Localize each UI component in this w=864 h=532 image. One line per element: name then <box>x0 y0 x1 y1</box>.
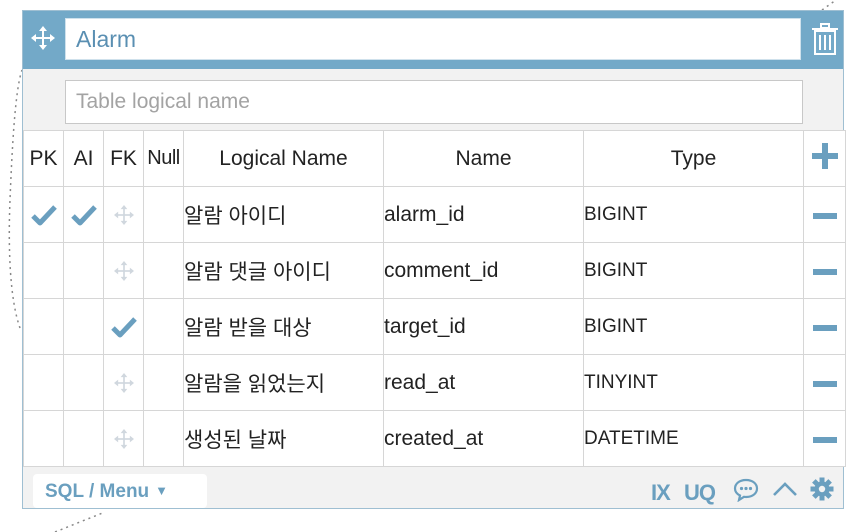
remove-column-button[interactable] <box>803 354 846 411</box>
minus-icon <box>812 212 837 219</box>
pk-toggle[interactable] <box>23 410 64 467</box>
header-ai: AI <box>63 130 104 187</box>
column-logical-name[interactable]: 알람 받을 대상 <box>183 298 384 355</box>
ai-toggle[interactable] <box>63 298 104 355</box>
column-logical-name[interactable]: 알람 댓글 아이디 <box>183 242 384 299</box>
chevron-up-icon[interactable] <box>772 481 798 502</box>
ai-toggle[interactable] <box>63 354 104 411</box>
column-type[interactable]: BIGINT <box>583 298 804 355</box>
move-icon <box>113 428 134 449</box>
header-null: Null <box>143 130 184 187</box>
column-name[interactable]: alarm_id <box>383 186 584 243</box>
remove-column-button[interactable] <box>803 298 846 355</box>
sql-menu-label: SQL / Menu <box>45 481 150 502</box>
columns-header-row: PK AI FK Null Logical Name Name Type <box>23 130 846 187</box>
null-toggle[interactable] <box>143 410 184 467</box>
header-type: Type <box>583 130 804 187</box>
gear-icon[interactable] <box>810 477 834 506</box>
null-toggle[interactable] <box>143 242 184 299</box>
index-button[interactable]: IX <box>651 480 671 506</box>
move-icon[interactable] <box>31 26 55 50</box>
move-icon <box>113 372 134 393</box>
header-fk: FK <box>103 130 144 187</box>
column-name[interactable]: created_at <box>383 410 584 467</box>
pk-toggle[interactable] <box>23 298 64 355</box>
add-column-button[interactable] <box>803 130 846 187</box>
header-logical-name: Logical Name <box>183 130 384 187</box>
column-row: 알람 댓글 아이디 comment_id BIGINT <box>23 242 846 299</box>
pk-toggle[interactable] <box>23 186 64 243</box>
header-pk: PK <box>23 130 64 187</box>
minus-icon <box>812 436 837 443</box>
sql-menu-dropdown[interactable]: SQL / Menu ▼ <box>33 474 207 508</box>
column-type[interactable]: TINYINT <box>583 354 804 411</box>
table-header-bar <box>23 11 843 69</box>
remove-column-button[interactable] <box>803 186 846 243</box>
column-row: 알람을 읽었는지 read_at TINYINT <box>23 354 846 411</box>
checkmark-icon <box>70 204 97 225</box>
checkmark-icon <box>110 316 137 337</box>
table-footer: SQL / Menu ▼ IX UQ <box>23 466 845 510</box>
column-name[interactable]: read_at <box>383 354 584 411</box>
columns-table: PK AI FK Null Logical Name Name Type 알람 … <box>23 130 846 467</box>
column-logical-name[interactable]: 알람을 읽었는지 <box>183 354 384 411</box>
column-type[interactable]: BIGINT <box>583 186 804 243</box>
table-card: PK AI FK Null Logical Name Name Type 알람 … <box>22 10 846 510</box>
move-icon <box>113 204 134 225</box>
fk-handle[interactable] <box>103 186 144 243</box>
checkmark-icon <box>30 204 57 225</box>
move-icon <box>113 260 134 281</box>
null-toggle[interactable] <box>143 298 184 355</box>
remove-column-button[interactable] <box>803 242 846 299</box>
pk-toggle[interactable] <box>23 354 64 411</box>
column-row: 알람 받을 대상 target_id BIGINT <box>23 298 846 355</box>
minus-icon <box>812 380 837 387</box>
ai-toggle[interactable] <box>63 410 104 467</box>
ai-toggle[interactable] <box>63 242 104 299</box>
column-name[interactable]: target_id <box>383 298 584 355</box>
table-logical-name-input[interactable] <box>65 80 803 124</box>
null-toggle[interactable] <box>143 186 184 243</box>
null-toggle[interactable] <box>143 354 184 411</box>
column-logical-name[interactable]: 생성된 날짜 <box>183 410 384 467</box>
fk-handle[interactable] <box>103 410 144 467</box>
comment-icon[interactable] <box>733 478 759 507</box>
column-row: 생성된 날짜 created_at DATETIME <box>23 410 846 467</box>
unique-button[interactable]: UQ <box>684 480 716 506</box>
column-type[interactable]: BIGINT <box>583 242 804 299</box>
fk-handle[interactable] <box>103 242 144 299</box>
pk-toggle[interactable] <box>23 242 64 299</box>
ai-toggle[interactable] <box>63 186 104 243</box>
minus-icon <box>812 324 837 331</box>
caret-down-icon: ▼ <box>155 483 169 498</box>
column-row: 알람 아이디 alarm_id BIGINT <box>23 186 846 243</box>
header-name: Name <box>383 130 584 187</box>
fk-handle[interactable] <box>103 298 144 355</box>
plus-icon <box>811 142 838 169</box>
fk-handle[interactable] <box>103 354 144 411</box>
minus-icon <box>812 268 837 275</box>
column-logical-name[interactable]: 알람 아이디 <box>183 186 384 243</box>
table-name-input[interactable] <box>65 18 801 60</box>
trash-icon[interactable] <box>811 23 839 55</box>
remove-column-button[interactable] <box>803 410 846 467</box>
column-name[interactable]: comment_id <box>383 242 584 299</box>
column-type[interactable]: DATETIME <box>583 410 804 467</box>
